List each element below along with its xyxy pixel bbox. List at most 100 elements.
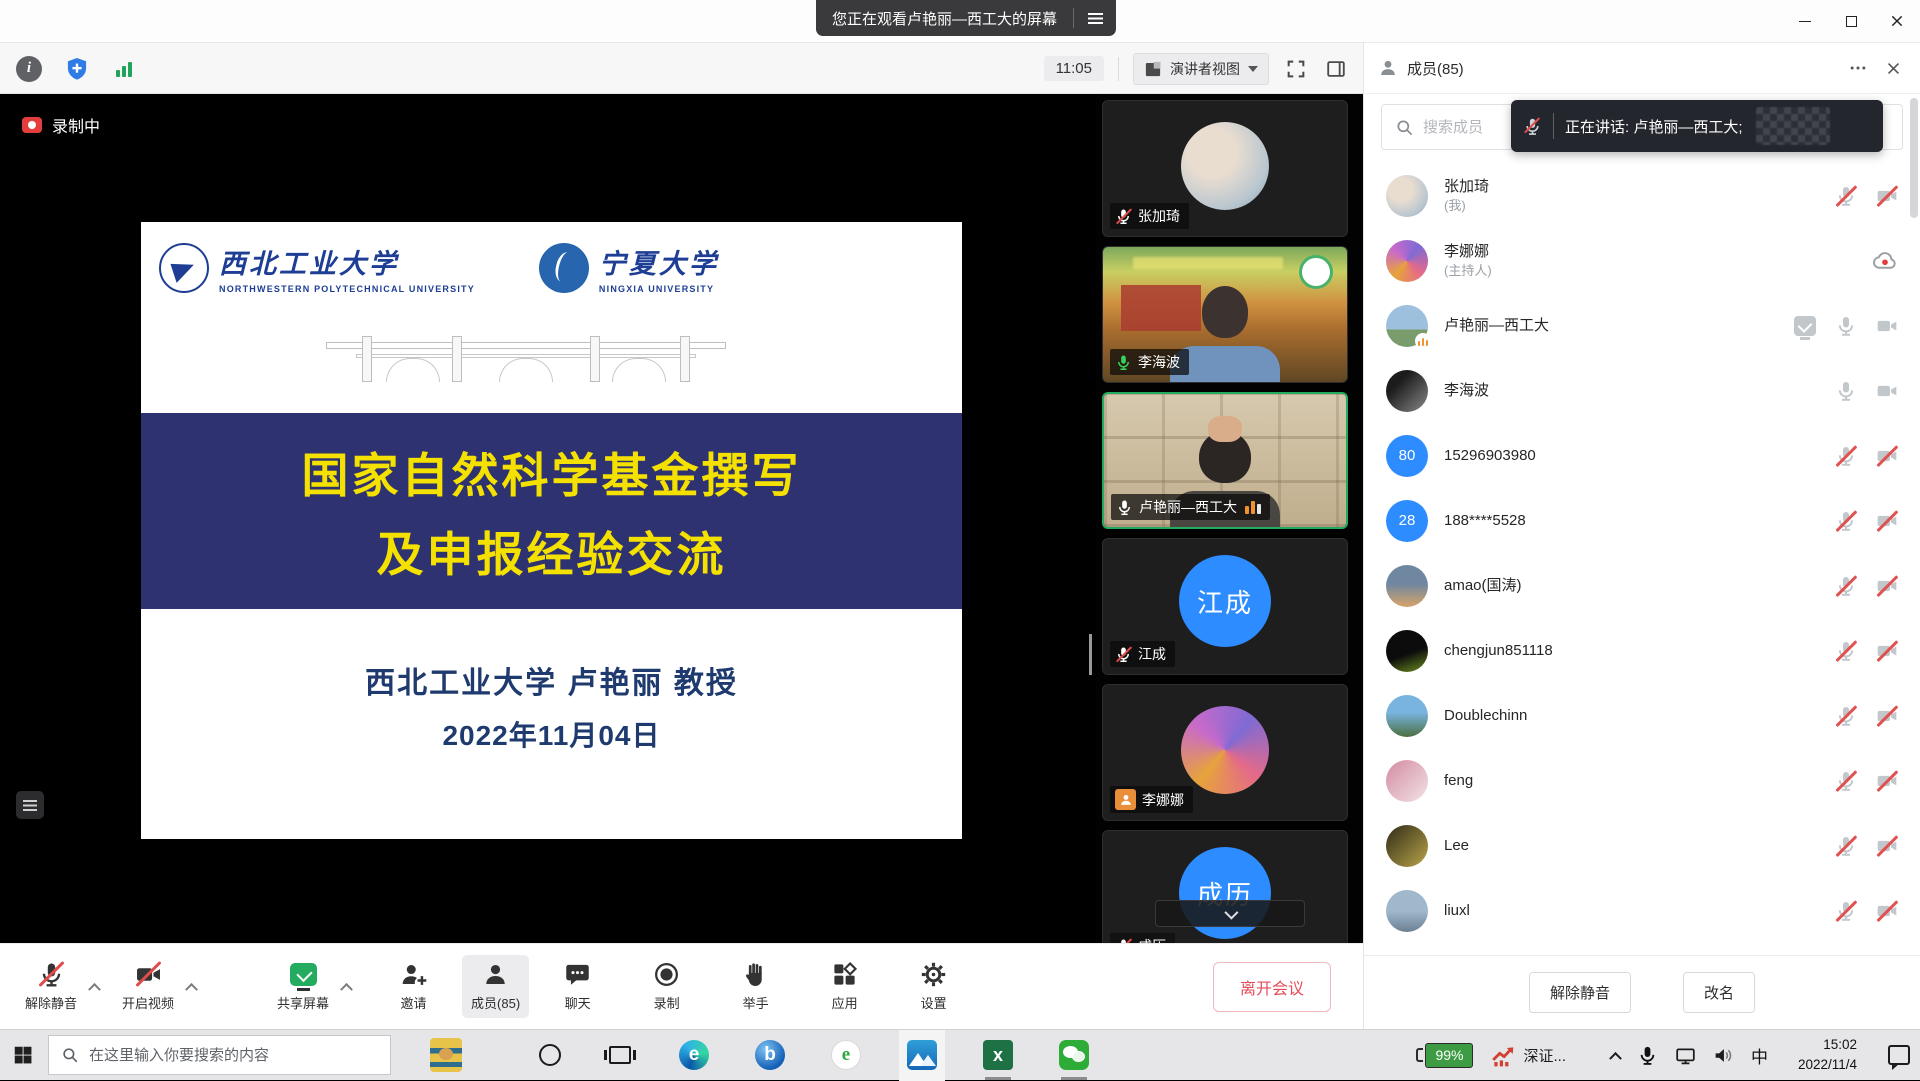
member-row[interactable]: Doublechinn xyxy=(1364,683,1920,748)
taskbar-search-box[interactable] xyxy=(48,1035,391,1075)
member-row[interactable]: feng xyxy=(1364,748,1920,813)
camera-on-icon[interactable] xyxy=(1876,380,1898,402)
banner-menu-button[interactable] xyxy=(1074,0,1116,36)
green-browser-button[interactable]: e xyxy=(823,1030,869,1081)
close-panel-button[interactable] xyxy=(1880,55,1906,81)
toolbar-chat-button[interactable]: 聊天 xyxy=(555,955,600,1018)
scroll-down-thumbnails-button[interactable] xyxy=(1155,900,1305,927)
video-tile[interactable]: 李海波 xyxy=(1102,246,1348,383)
mic-muted-icon[interactable] xyxy=(1835,445,1857,467)
security-shield-icon[interactable] xyxy=(64,56,90,82)
mic-muted-icon[interactable] xyxy=(1835,770,1857,792)
share-screen-icon xyxy=(290,961,317,988)
wechat-button[interactable] xyxy=(1051,1030,1097,1081)
camera-muted-icon[interactable] xyxy=(1876,835,1898,857)
fullscreen-button[interactable] xyxy=(1283,56,1309,82)
tray-mic-button[interactable] xyxy=(1637,1045,1658,1066)
mic-options-chevron[interactable] xyxy=(88,983,101,996)
mic-muted-icon[interactable] xyxy=(1835,900,1857,922)
task-view-button[interactable] xyxy=(597,1030,643,1081)
meeting-info-icon[interactable]: i xyxy=(16,56,42,82)
member-row[interactable]: 28 188****5528 xyxy=(1364,488,1920,553)
close-button[interactable] xyxy=(1874,0,1920,42)
camera-muted-icon[interactable] xyxy=(1876,705,1898,727)
camera-muted-icon[interactable] xyxy=(1876,185,1898,207)
panel-scrollbar[interactable] xyxy=(1910,98,1918,218)
toolbar-raise-hand-button[interactable]: 举手 xyxy=(733,955,778,1018)
toolbar-unmute-button[interactable]: 解除静音 xyxy=(16,955,86,1018)
member-row[interactable]: 80 15296903980 xyxy=(1364,423,1920,488)
toolbar-start-video-button[interactable]: 开启视频 xyxy=(113,955,183,1018)
member-row[interactable]: 张加琦 (我) xyxy=(1364,163,1920,228)
mic-muted-icon[interactable] xyxy=(1835,640,1857,662)
view-mode-label: 演讲者视图 xyxy=(1170,59,1240,79)
camera-on-icon[interactable] xyxy=(1876,315,1898,337)
member-row[interactable]: 卢艳丽—西工大 xyxy=(1364,293,1920,358)
avatar xyxy=(1386,760,1428,802)
network-quality-icon[interactable] xyxy=(112,57,136,81)
toolbar-share-screen-button[interactable]: 共享屏幕 xyxy=(268,955,338,1018)
next-page-button[interactable] xyxy=(1089,639,1092,673)
more-options-button[interactable] xyxy=(1845,55,1871,81)
member-row[interactable]: chengjun851118 xyxy=(1364,618,1920,683)
mic-muted-icon[interactable] xyxy=(1835,705,1857,727)
mic-muted-icon[interactable] xyxy=(1835,835,1857,857)
pharaoh-app-button[interactable] xyxy=(423,1030,469,1081)
video-tile-active-speaker[interactable]: 卢艳丽—西工大 xyxy=(1102,392,1348,529)
leave-meeting-button[interactable]: 离开会议 xyxy=(1213,962,1331,1012)
camera-muted-icon[interactable] xyxy=(1876,900,1898,922)
ningxia-name: 宁夏大学 xyxy=(599,242,719,281)
tray-display-button[interactable] xyxy=(1675,1045,1696,1066)
meeting-app-button[interactable] xyxy=(899,1030,945,1081)
mic-on-icon[interactable] xyxy=(1835,315,1857,337)
cortana-button[interactable] xyxy=(527,1030,573,1081)
toolbar-members-button[interactable]: 成员(85) xyxy=(462,955,529,1018)
toolbar-invite-button[interactable]: 邀请 xyxy=(391,955,436,1018)
member-name: 李娜娜 xyxy=(1444,241,1856,263)
video-tile[interactable]: 江成 江成 xyxy=(1102,538,1348,675)
toggle-sidebar-button[interactable] xyxy=(1323,56,1349,82)
camera-muted-icon[interactable] xyxy=(1876,445,1898,467)
avatar xyxy=(1386,240,1428,282)
camera-muted-icon[interactable] xyxy=(1876,575,1898,597)
rename-button[interactable]: 改名 xyxy=(1683,972,1755,1013)
minimize-button[interactable] xyxy=(1782,0,1828,42)
camera-muted-icon[interactable] xyxy=(1876,510,1898,532)
mic-muted-icon[interactable] xyxy=(1835,510,1857,532)
mic-on-icon[interactable] xyxy=(1835,380,1857,402)
share-options-chevron[interactable] xyxy=(340,983,353,996)
annotation-tools-button[interactable] xyxy=(16,791,44,819)
stock-ticker[interactable]: 深证... xyxy=(1490,1042,1566,1068)
unmute-button[interactable]: 解除静音 xyxy=(1529,972,1631,1013)
taskbar-search-input[interactable] xyxy=(89,1047,378,1064)
redacted-names-blur xyxy=(1756,107,1830,145)
view-mode-dropdown[interactable]: 演讲者视图 xyxy=(1133,53,1269,85)
blue-app-button[interactable]: b xyxy=(747,1030,793,1081)
tray-overflow-chevron[interactable] xyxy=(1609,1051,1622,1064)
member-row[interactable]: Lee xyxy=(1364,813,1920,878)
camera-muted-icon[interactable] xyxy=(1876,770,1898,792)
video-tile[interactable]: 张加琦 xyxy=(1102,100,1348,237)
mic-muted-icon[interactable] xyxy=(1835,185,1857,207)
tray-volume-button[interactable] xyxy=(1713,1045,1734,1066)
member-row[interactable]: amao(国涛) xyxy=(1364,553,1920,618)
excel-button[interactable]: x xyxy=(975,1030,1021,1081)
toolbar-settings-button[interactable]: 设置 xyxy=(911,955,956,1018)
battery-indicator[interactable]: 99% xyxy=(1416,1043,1473,1068)
edge-browser-button[interactable]: e xyxy=(671,1030,717,1081)
wechat-icon xyxy=(1059,1040,1089,1070)
ime-indicator[interactable]: 中 xyxy=(1751,1043,1768,1068)
toolbar-apps-button[interactable]: 应用 xyxy=(822,955,867,1018)
taskbar-clock[interactable]: 15:02 2022/11/4 xyxy=(1785,1035,1857,1074)
member-row[interactable]: liuxl xyxy=(1364,878,1920,943)
mic-muted-icon[interactable] xyxy=(1835,575,1857,597)
member-row[interactable]: 李海波 xyxy=(1364,358,1920,423)
camera-muted-icon[interactable] xyxy=(1876,640,1898,662)
action-center-icon[interactable] xyxy=(1888,1045,1910,1065)
video-tile[interactable]: 李娜娜 xyxy=(1102,684,1348,821)
maximize-button[interactable] xyxy=(1828,0,1874,42)
member-row[interactable]: 李娜娜 (主持人) xyxy=(1364,228,1920,293)
toolbar-record-button[interactable]: 录制 xyxy=(644,955,689,1018)
start-button[interactable] xyxy=(0,1030,46,1081)
video-options-chevron[interactable] xyxy=(185,983,198,996)
